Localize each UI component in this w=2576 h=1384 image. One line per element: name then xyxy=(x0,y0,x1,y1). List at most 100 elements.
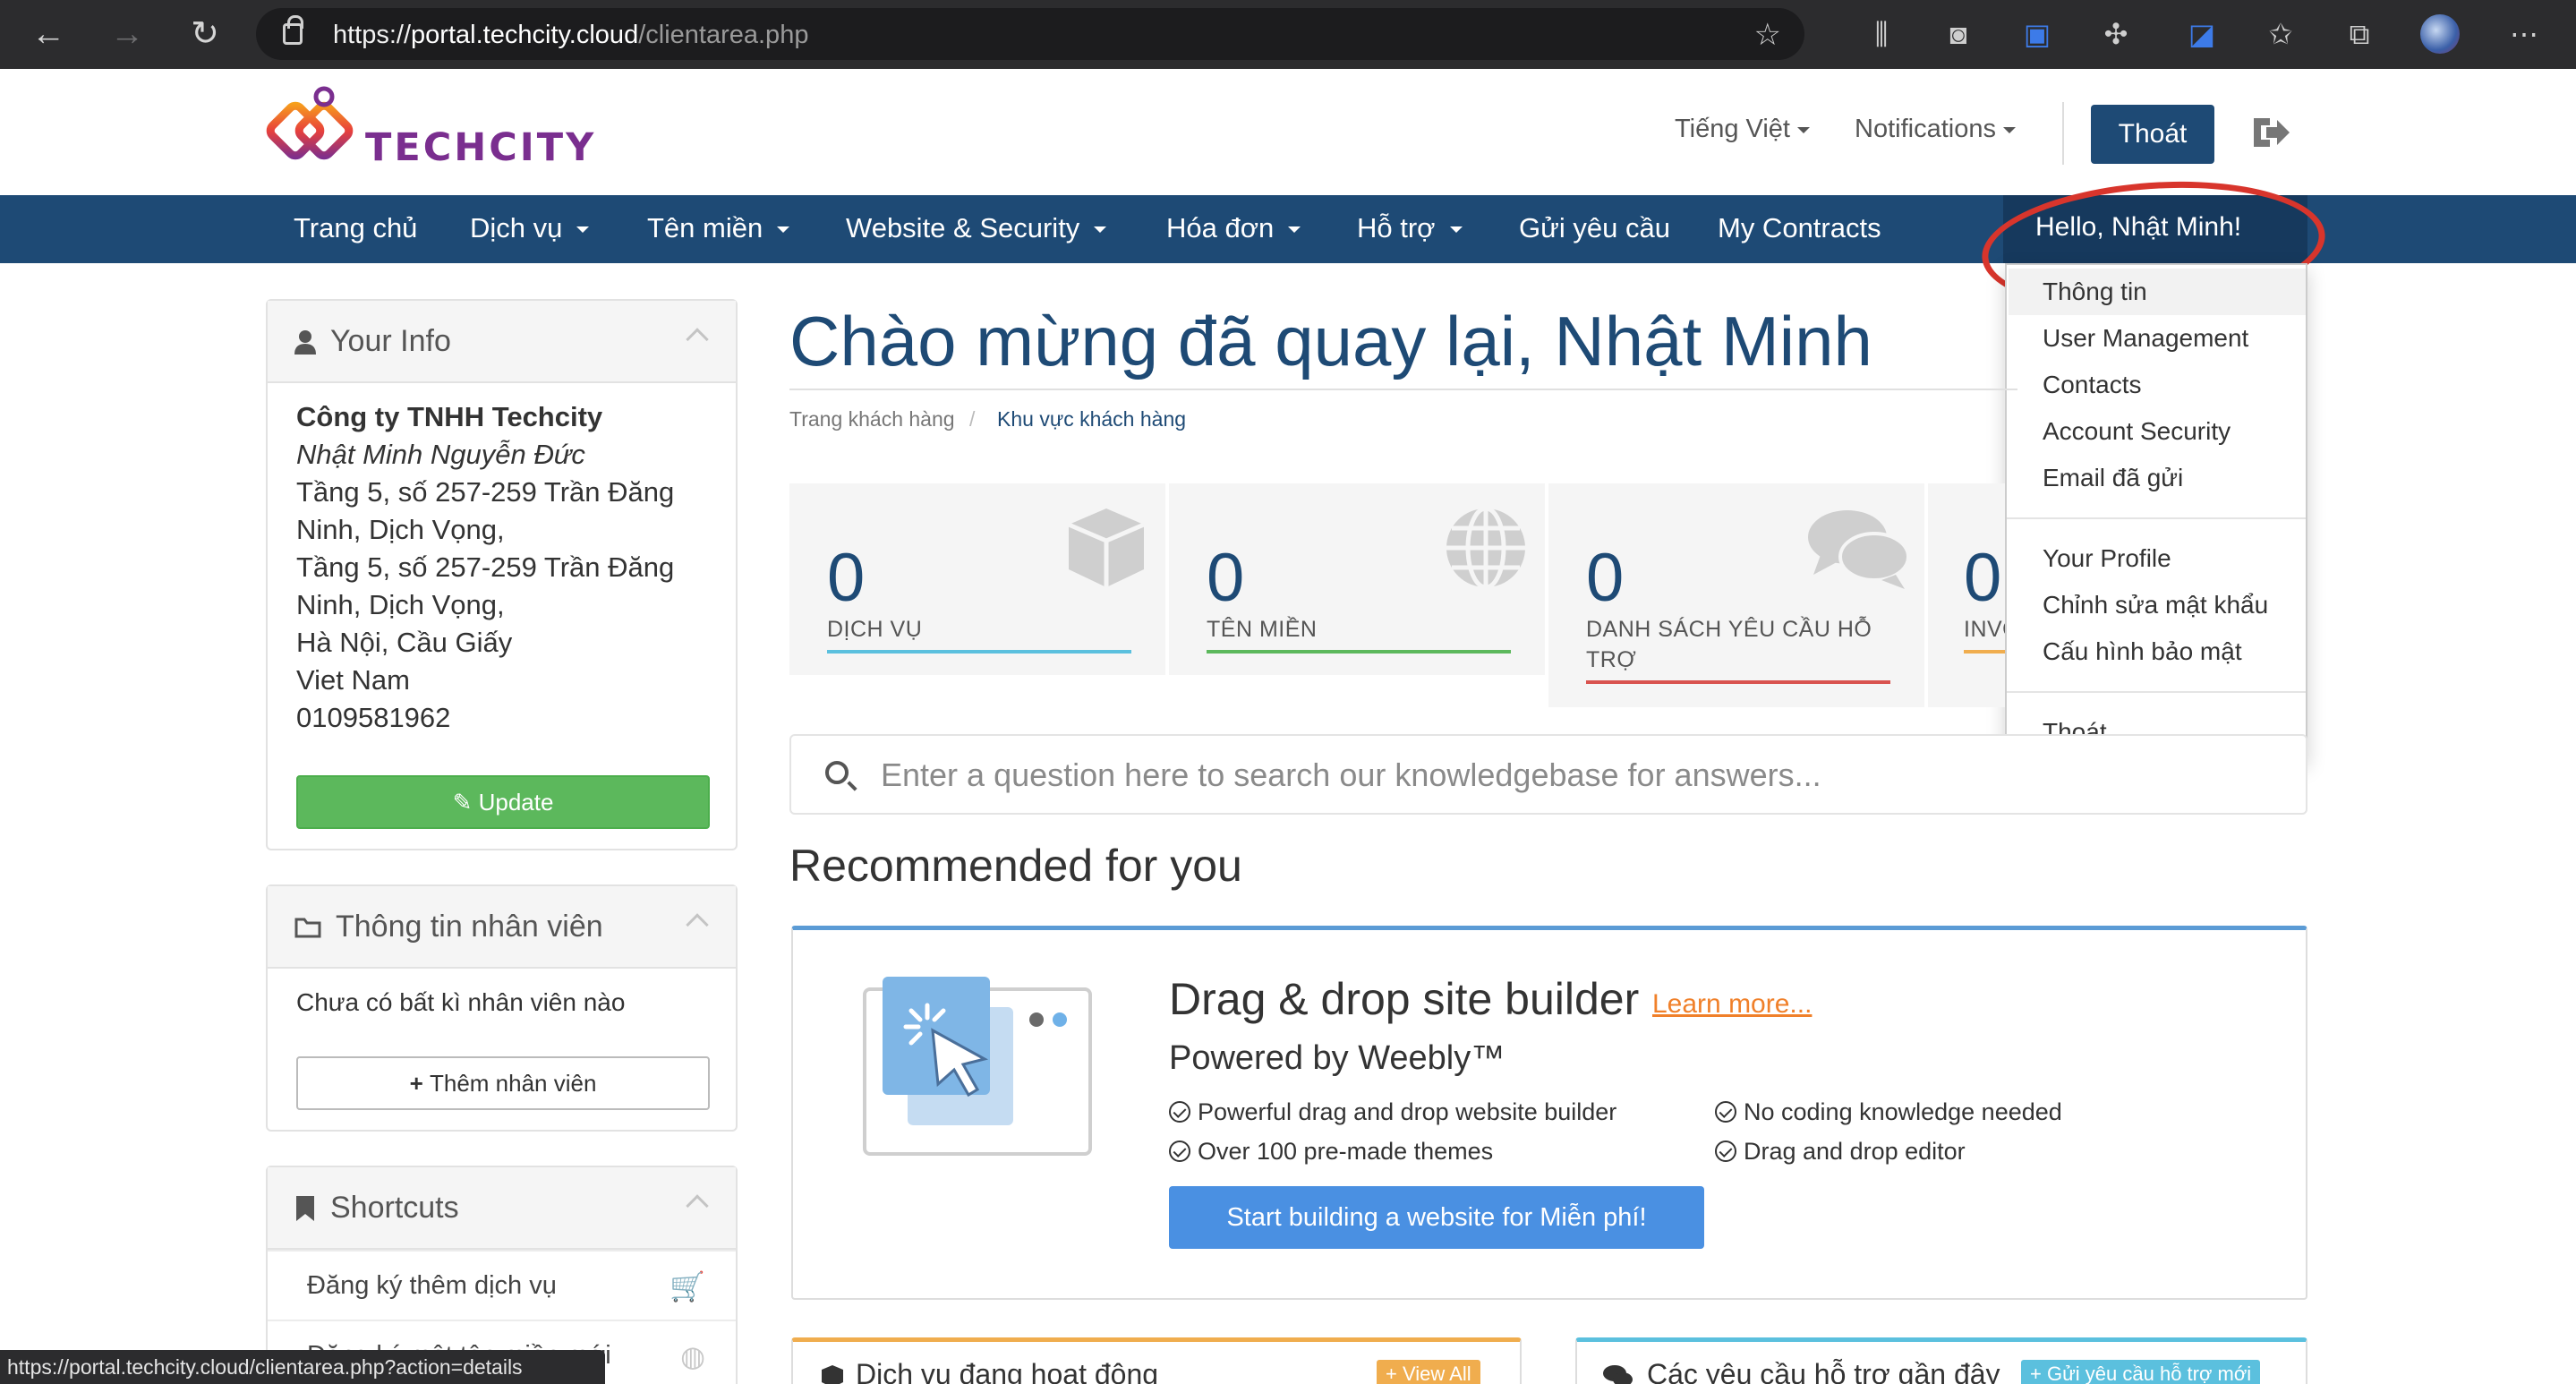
caret-down-icon xyxy=(1449,226,1463,234)
menu-item-contacts[interactable]: Contacts xyxy=(2043,371,2142,399)
open-ticket-button[interactable]: + Gửi yêu cầu hỗ trợ mới xyxy=(2021,1360,2261,1384)
tile-invoices[interactable]: 0 INVOICES xyxy=(1928,483,2005,707)
extension-bars-icon[interactable]: ⫼ xyxy=(1862,14,1901,54)
view-all-button[interactable]: + View All xyxy=(1377,1360,1480,1384)
tile-accent-bar xyxy=(1207,650,1511,654)
plus-icon: + xyxy=(409,1070,430,1097)
start-building-button[interactable]: Start building a website for Miễn phí! xyxy=(1169,1186,1704,1249)
menu-item-account-security[interactable]: Account Security xyxy=(2043,417,2231,446)
nav-domains[interactable]: Tên miền xyxy=(647,212,790,244)
tile-accent-bar xyxy=(1964,650,2005,654)
tile-label: DỊCH VỤ xyxy=(827,617,923,642)
learn-more-link[interactable]: Learn more... xyxy=(1652,989,1812,1020)
globe-icon: ◍ xyxy=(680,1340,705,1372)
nav-home[interactable]: Trang chủ xyxy=(294,212,417,244)
weebly-promo-card: Drag & drop site builder Learn more... P… xyxy=(791,926,2307,1300)
nav-open-ticket[interactable]: Gửi yêu cầu xyxy=(1519,212,1670,244)
translate-icon[interactable]: ▣ xyxy=(2017,14,2057,54)
menu-item-change-password[interactable]: Chỉnh sửa mật khẩu xyxy=(2043,591,2268,619)
menu-divider xyxy=(2007,691,2306,693)
notifications-dropdown[interactable]: Notifications xyxy=(1855,115,2016,144)
language-dropdown[interactable]: Tiếng Việt xyxy=(1675,115,1810,144)
staff-empty-text: Chưa có bất kì nhân viên nào xyxy=(296,988,626,1016)
tile-count: 0 xyxy=(1207,540,1245,616)
techcity-logo[interactable]: TECHCITY xyxy=(265,84,593,174)
logout-button[interactable]: Thoát xyxy=(2091,105,2214,164)
url-text: https://portal.techcity.cloud/clientarea… xyxy=(333,21,809,49)
collapse-chevron-icon[interactable] xyxy=(686,328,709,351)
caret-down-icon xyxy=(1288,226,1301,234)
sign-out-icon[interactable] xyxy=(2248,111,2291,154)
address-line: Tầng 5, số 257-259 Trần Đăng xyxy=(296,476,675,508)
phone-number: 0109581962 xyxy=(296,702,451,733)
status-bar-url: https://portal.techcity.cloud/clientarea… xyxy=(0,1350,605,1384)
add-staff-button[interactable]: + Thêm nhân viên xyxy=(296,1056,710,1110)
back-icon[interactable]: ← xyxy=(27,13,70,56)
your-info-title: Your Info xyxy=(330,324,451,358)
folder-icon xyxy=(294,918,321,938)
active-services-title: Dịch vụ đang hoạt động xyxy=(856,1358,1159,1384)
breadcrumb-current: Khu vực khách hàng xyxy=(997,407,1187,431)
language-label: Tiếng Việt xyxy=(1675,115,1790,143)
globe-icon xyxy=(1446,506,1525,590)
profile-avatar[interactable] xyxy=(2420,14,2460,54)
your-info-panel: Your Info Công ty TNHH Techcity Nhật Min… xyxy=(266,299,738,850)
feature-item: Powerful drag and drop website builder xyxy=(1169,1098,1616,1126)
nav-services[interactable]: Dịch vụ xyxy=(470,212,590,244)
update-button[interactable]: ✎ Update xyxy=(296,775,710,829)
nav-services-label: Dịch vụ xyxy=(470,212,563,243)
bookmark-icon xyxy=(296,1196,314,1221)
nav-domains-label: Tên miền xyxy=(647,212,763,243)
pencil-icon: ✎ xyxy=(452,789,479,816)
tile-label: DANH SÁCH YÊU CẦU HỖ TRỢ xyxy=(1586,617,1872,672)
tile-tickets[interactable]: 0 DANH SÁCH YÊU CẦU HỖ TRỢ xyxy=(1548,483,1928,707)
menu-item-details[interactable]: Thông tin xyxy=(2009,269,2306,315)
collapse-chevron-icon[interactable] xyxy=(686,1194,709,1217)
promo-subtitle: Powered by Weebly™ xyxy=(1169,1039,1506,1077)
cube-icon xyxy=(822,1365,843,1384)
menu-item-user-management[interactable]: User Management xyxy=(2043,324,2248,353)
comments-icon xyxy=(1603,1365,1633,1384)
feature-item: No coding knowledge needed xyxy=(1715,1098,2062,1126)
nav-my-contracts[interactable]: My Contracts xyxy=(1718,212,1881,244)
favorites-icon[interactable]: ✩ xyxy=(2261,14,2300,54)
feature-item: Over 100 pre-made themes xyxy=(1169,1138,1493,1166)
cast-icon[interactable]: ◪ xyxy=(2182,14,2222,54)
add-favorite-icon[interactable]: ☆ xyxy=(1754,17,1781,53)
panel-header: Thông tin nhân viên xyxy=(268,886,736,969)
collections-icon[interactable]: ⧉ xyxy=(2340,14,2379,54)
address-bar[interactable]: https://portal.techcity.cloud/clientarea… xyxy=(256,8,1804,60)
caret-down-icon xyxy=(777,226,790,234)
collapse-chevron-icon[interactable] xyxy=(686,913,709,936)
forward-icon[interactable]: → xyxy=(106,13,149,56)
menu-divider xyxy=(2007,517,2306,519)
address-line: Hà Nội, Cầu Giấy xyxy=(296,627,513,658)
breadcrumb-home[interactable]: Trang khách hàng xyxy=(789,407,955,431)
nav-support[interactable]: Hỗ trợ xyxy=(1357,212,1463,244)
feature-label: Drag and drop editor xyxy=(1744,1138,1966,1165)
menu-item-emails[interactable]: Email đã gửi xyxy=(2043,464,2183,492)
knowledgebase-search-input[interactable] xyxy=(881,754,2277,797)
extensions-icon[interactable]: ✣ xyxy=(2096,14,2136,54)
shortcut-order-services[interactable]: Đăng ký thêm dịch vụ 🛒 xyxy=(268,1250,736,1320)
panel-header: Your Info xyxy=(268,301,736,383)
tile-label: INVOICES xyxy=(1964,617,2005,642)
title-divider xyxy=(789,389,2017,390)
tile-services[interactable]: 0 DỊCH VỤ xyxy=(789,483,1169,675)
tile-count: 0 xyxy=(1964,540,2002,616)
comments-icon xyxy=(1808,510,1910,589)
reload-icon[interactable]: ↻ xyxy=(183,13,226,56)
tile-domains[interactable]: 0 TÊN MIỀN xyxy=(1169,483,1548,675)
caret-down-icon xyxy=(2002,126,2016,133)
nav-invoices[interactable]: Hóa đơn xyxy=(1166,212,1301,244)
page-title: Chào mừng đã quay lại, Nhật Minh xyxy=(789,302,1872,380)
panel-header: Shortcuts xyxy=(268,1167,736,1250)
nav-website-security[interactable]: Website & Security xyxy=(846,212,1107,244)
check-circle-icon xyxy=(1169,1141,1190,1162)
account-menu-toggle[interactable]: Hello, Nhật Minh! xyxy=(2003,195,2307,263)
screenshot-icon[interactable]: ◙ xyxy=(1939,14,1978,54)
menu-item-your-profile[interactable]: Your Profile xyxy=(2043,544,2171,573)
menu-item-security-settings[interactable]: Cấu hình bảo mật xyxy=(2043,637,2242,666)
more-menu-icon[interactable]: ⋯ xyxy=(2504,14,2544,54)
recommended-title: Recommended for you xyxy=(789,841,1242,891)
